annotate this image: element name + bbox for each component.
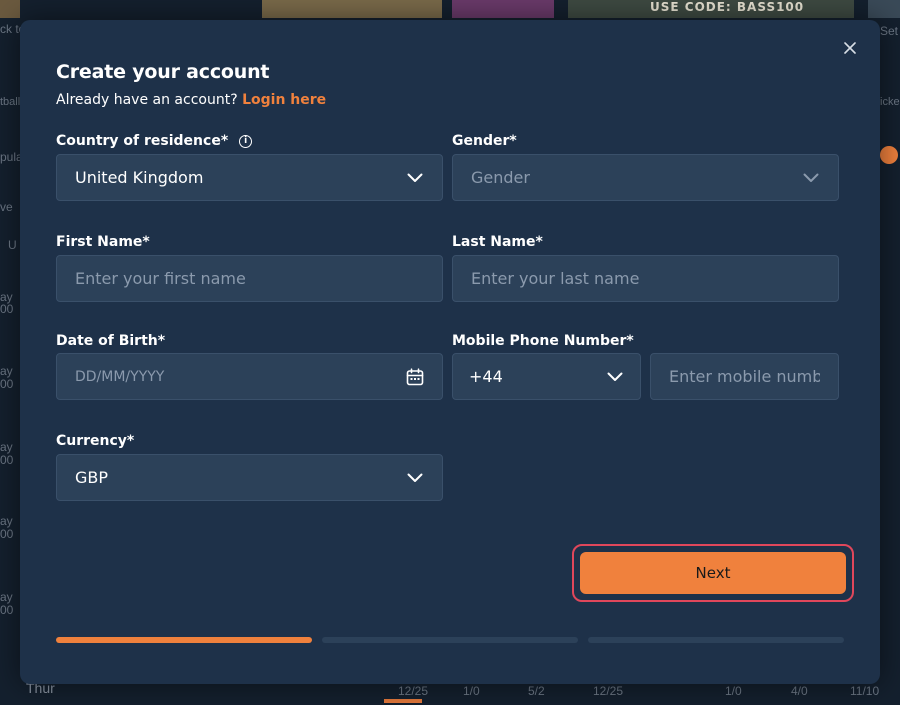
bg-orange-icon — [880, 146, 898, 164]
progress-step-2 — [322, 637, 578, 643]
bg-text: 00 — [0, 603, 14, 617]
last-name-label: Last Name* — [452, 234, 543, 250]
bg-text: 4/0 — [791, 684, 808, 698]
login-link[interactable]: Login here — [242, 92, 326, 108]
gender-placeholder: Gender — [471, 168, 530, 187]
banner-5 — [868, 0, 900, 18]
promo-code-text: USE CODE: BASS100 — [650, 0, 805, 14]
last-name-label-text: Last Name* — [452, 234, 543, 250]
mobile-number-placeholder: Enter mobile number — [669, 367, 820, 386]
gender-label-text: Gender* — [452, 133, 517, 149]
create-account-modal: Create your account Already have an acco… — [20, 20, 880, 684]
country-code-value: +44 — [469, 367, 503, 386]
chevron-down-icon — [406, 469, 424, 487]
banner-3 — [452, 0, 554, 18]
country-label-text: Country of residence* — [56, 133, 229, 149]
bg-text: U — [8, 238, 17, 252]
bg-active-indicator — [384, 699, 422, 703]
gender-label: Gender* — [452, 133, 517, 149]
currency-value: GBP — [75, 468, 109, 487]
bg-text: 1/0 — [725, 684, 742, 698]
info-icon[interactable]: i — [239, 134, 253, 148]
country-value: United Kingdom — [75, 168, 204, 187]
currency-label: Currency* — [56, 433, 134, 449]
first-name-input[interactable]: Enter your first name — [56, 255, 443, 302]
gender-select[interactable]: Gender — [452, 154, 839, 201]
bg-text: 5/2 — [528, 684, 545, 698]
chevron-down-icon — [606, 368, 624, 386]
bg-text: ay — [0, 514, 13, 528]
bg-text: 00 — [0, 377, 14, 391]
country-select[interactable]: United Kingdom — [56, 154, 443, 201]
banner-4: USE CODE: BASS100 — [568, 0, 854, 18]
currency-select[interactable]: GBP — [56, 454, 443, 501]
mobile-label: Mobile Phone Number* — [452, 333, 634, 349]
bg-text: 12/25 — [593, 684, 624, 698]
mobile-number-input[interactable]: Enter mobile number — [650, 353, 839, 400]
currency-label-text: Currency* — [56, 433, 135, 449]
calendar-icon[interactable] — [406, 367, 424, 386]
bg-text: tball — [0, 96, 21, 108]
chevron-down-icon — [406, 169, 424, 187]
bg-text: ay — [0, 590, 13, 604]
banner-1 — [0, 0, 20, 18]
first-name-label-text: First Name* — [56, 234, 150, 250]
bg-text: 12/25 — [398, 684, 429, 698]
dob-input[interactable]: DD/MM/YYYY — [56, 353, 443, 400]
first-name-placeholder: Enter your first name — [75, 269, 246, 288]
first-name-label: First Name* — [56, 234, 150, 250]
next-button[interactable]: Next — [580, 552, 846, 594]
mobile-label-text: Mobile Phone Number* — [452, 333, 634, 349]
bg-text: icke — [880, 96, 900, 108]
login-prompt: Already have an account? Login here — [56, 92, 326, 108]
close-icon[interactable] — [838, 36, 862, 60]
dob-placeholder: DD/MM/YYYY — [75, 368, 165, 385]
progress-step-1 — [56, 637, 312, 643]
last-name-placeholder: Enter your last name — [471, 269, 640, 288]
bg-text: 00 — [0, 302, 14, 316]
bg-text: ve — [0, 200, 13, 214]
dob-label-text: Date of Birth* — [56, 333, 166, 349]
bg-text: Set — [880, 24, 899, 38]
dob-label: Date of Birth* — [56, 333, 165, 349]
bg-text: 1/0 — [463, 684, 480, 698]
chevron-down-icon — [802, 169, 820, 187]
bg-text: 11/10 — [850, 684, 880, 698]
bg-text: ay — [0, 364, 13, 378]
country-label: Country of residence* i — [56, 133, 253, 149]
bg-text: 00 — [0, 453, 14, 467]
progress-step-3 — [588, 637, 844, 643]
banner-2 — [262, 0, 442, 18]
bg-text: 00 — [0, 527, 14, 541]
country-code-select[interactable]: +44 — [452, 353, 641, 400]
bg-text: ay — [0, 440, 13, 454]
login-prompt-text: Already have an account? — [56, 92, 238, 108]
modal-title: Create your account — [56, 61, 270, 83]
last-name-input[interactable]: Enter your last name — [452, 255, 839, 302]
